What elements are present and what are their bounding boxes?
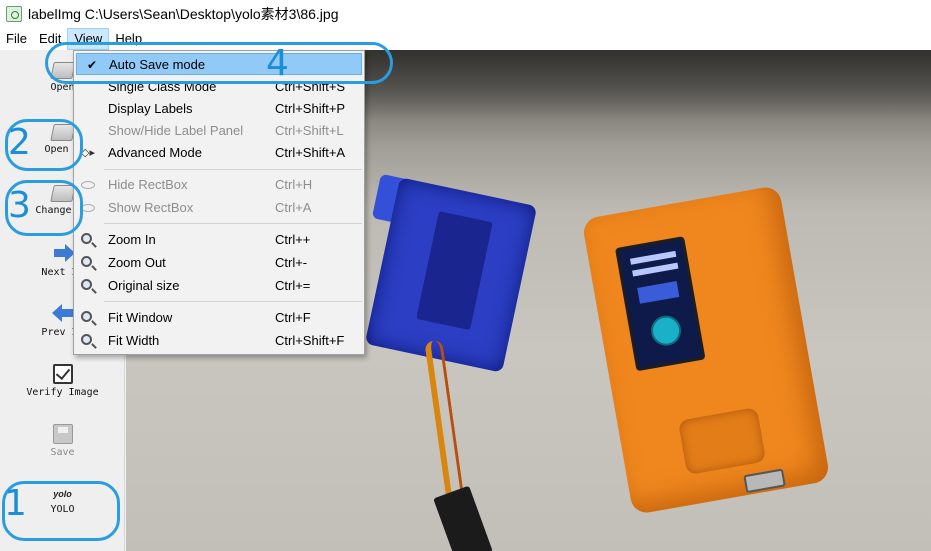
labelimg-app-icon (6, 6, 22, 22)
zoom-in-icon (81, 233, 92, 244)
fit-window-icon (81, 311, 92, 322)
menu-item-zoom-in[interactable]: Zoom In Ctrl++ (76, 229, 362, 251)
eye-icon (81, 181, 95, 189)
arrow-left-icon (51, 302, 74, 324)
menu-item-zoom-out[interactable]: Zoom Out Ctrl+- (76, 252, 362, 274)
menu-separator (104, 223, 362, 224)
annotation-circle-4 (45, 42, 393, 84)
menu-item-fit-window[interactable]: Fit Window Ctrl+F (76, 307, 362, 329)
menu-item-show-hide-label-panel[interactable]: Show/Hide Label Panel Ctrl+Shift+L (76, 120, 362, 142)
title-bar: labelImg C:\Users\Sean\Desktop\yolo素材3\8… (0, 0, 931, 28)
menu-item-advanced-mode[interactable]: ◇▸ Advanced Mode Ctrl+Shift+A (76, 142, 362, 164)
save-icon (52, 424, 73, 444)
menu-file[interactable]: File (0, 28, 33, 50)
fit-width-icon (81, 334, 92, 345)
eye-icon (81, 204, 95, 212)
annotation-number-2: 2 (8, 122, 31, 163)
menu-separator (104, 169, 362, 170)
arrow-right-icon (52, 242, 75, 264)
menu-item-fit-width[interactable]: Fit Width Ctrl+Shift+F (76, 330, 362, 352)
advanced-mode-icon: ◇▸ (81, 147, 95, 159)
device-photo (581, 184, 831, 516)
verify-image-label: Verify Image (26, 387, 99, 398)
menu-item-hide-rectbox[interactable]: Hide RectBox Ctrl+H (76, 174, 362, 196)
menu-item-display-labels[interactable]: Display Labels Ctrl+Shift+P (76, 98, 362, 120)
zoom-original-icon (81, 279, 92, 290)
menu-separator (104, 301, 362, 302)
view-menu-dropdown: ✔ Auto Save mode Single Class Mode Ctrl+… (73, 50, 365, 355)
menu-item-show-rectbox[interactable]: Show RectBox Ctrl+A (76, 197, 362, 219)
menu-item-original-size[interactable]: Original size Ctrl+= (76, 275, 362, 297)
annotation-number-1: 1 (4, 483, 27, 524)
check-box-icon (52, 364, 73, 384)
save-label: Save (50, 447, 75, 458)
verify-image-button[interactable]: Verify Image (0, 364, 125, 398)
window-title: labelImg C:\Users\Sean\Desktop\yolo素材3\8… (28, 6, 339, 22)
zoom-out-icon (81, 256, 92, 267)
wire-photo (424, 339, 466, 511)
annotation-number-3: 3 (8, 185, 31, 226)
plug-photo (433, 485, 493, 551)
annotation-number-4: 4 (266, 43, 289, 84)
save-button[interactable]: Save (0, 424, 125, 458)
